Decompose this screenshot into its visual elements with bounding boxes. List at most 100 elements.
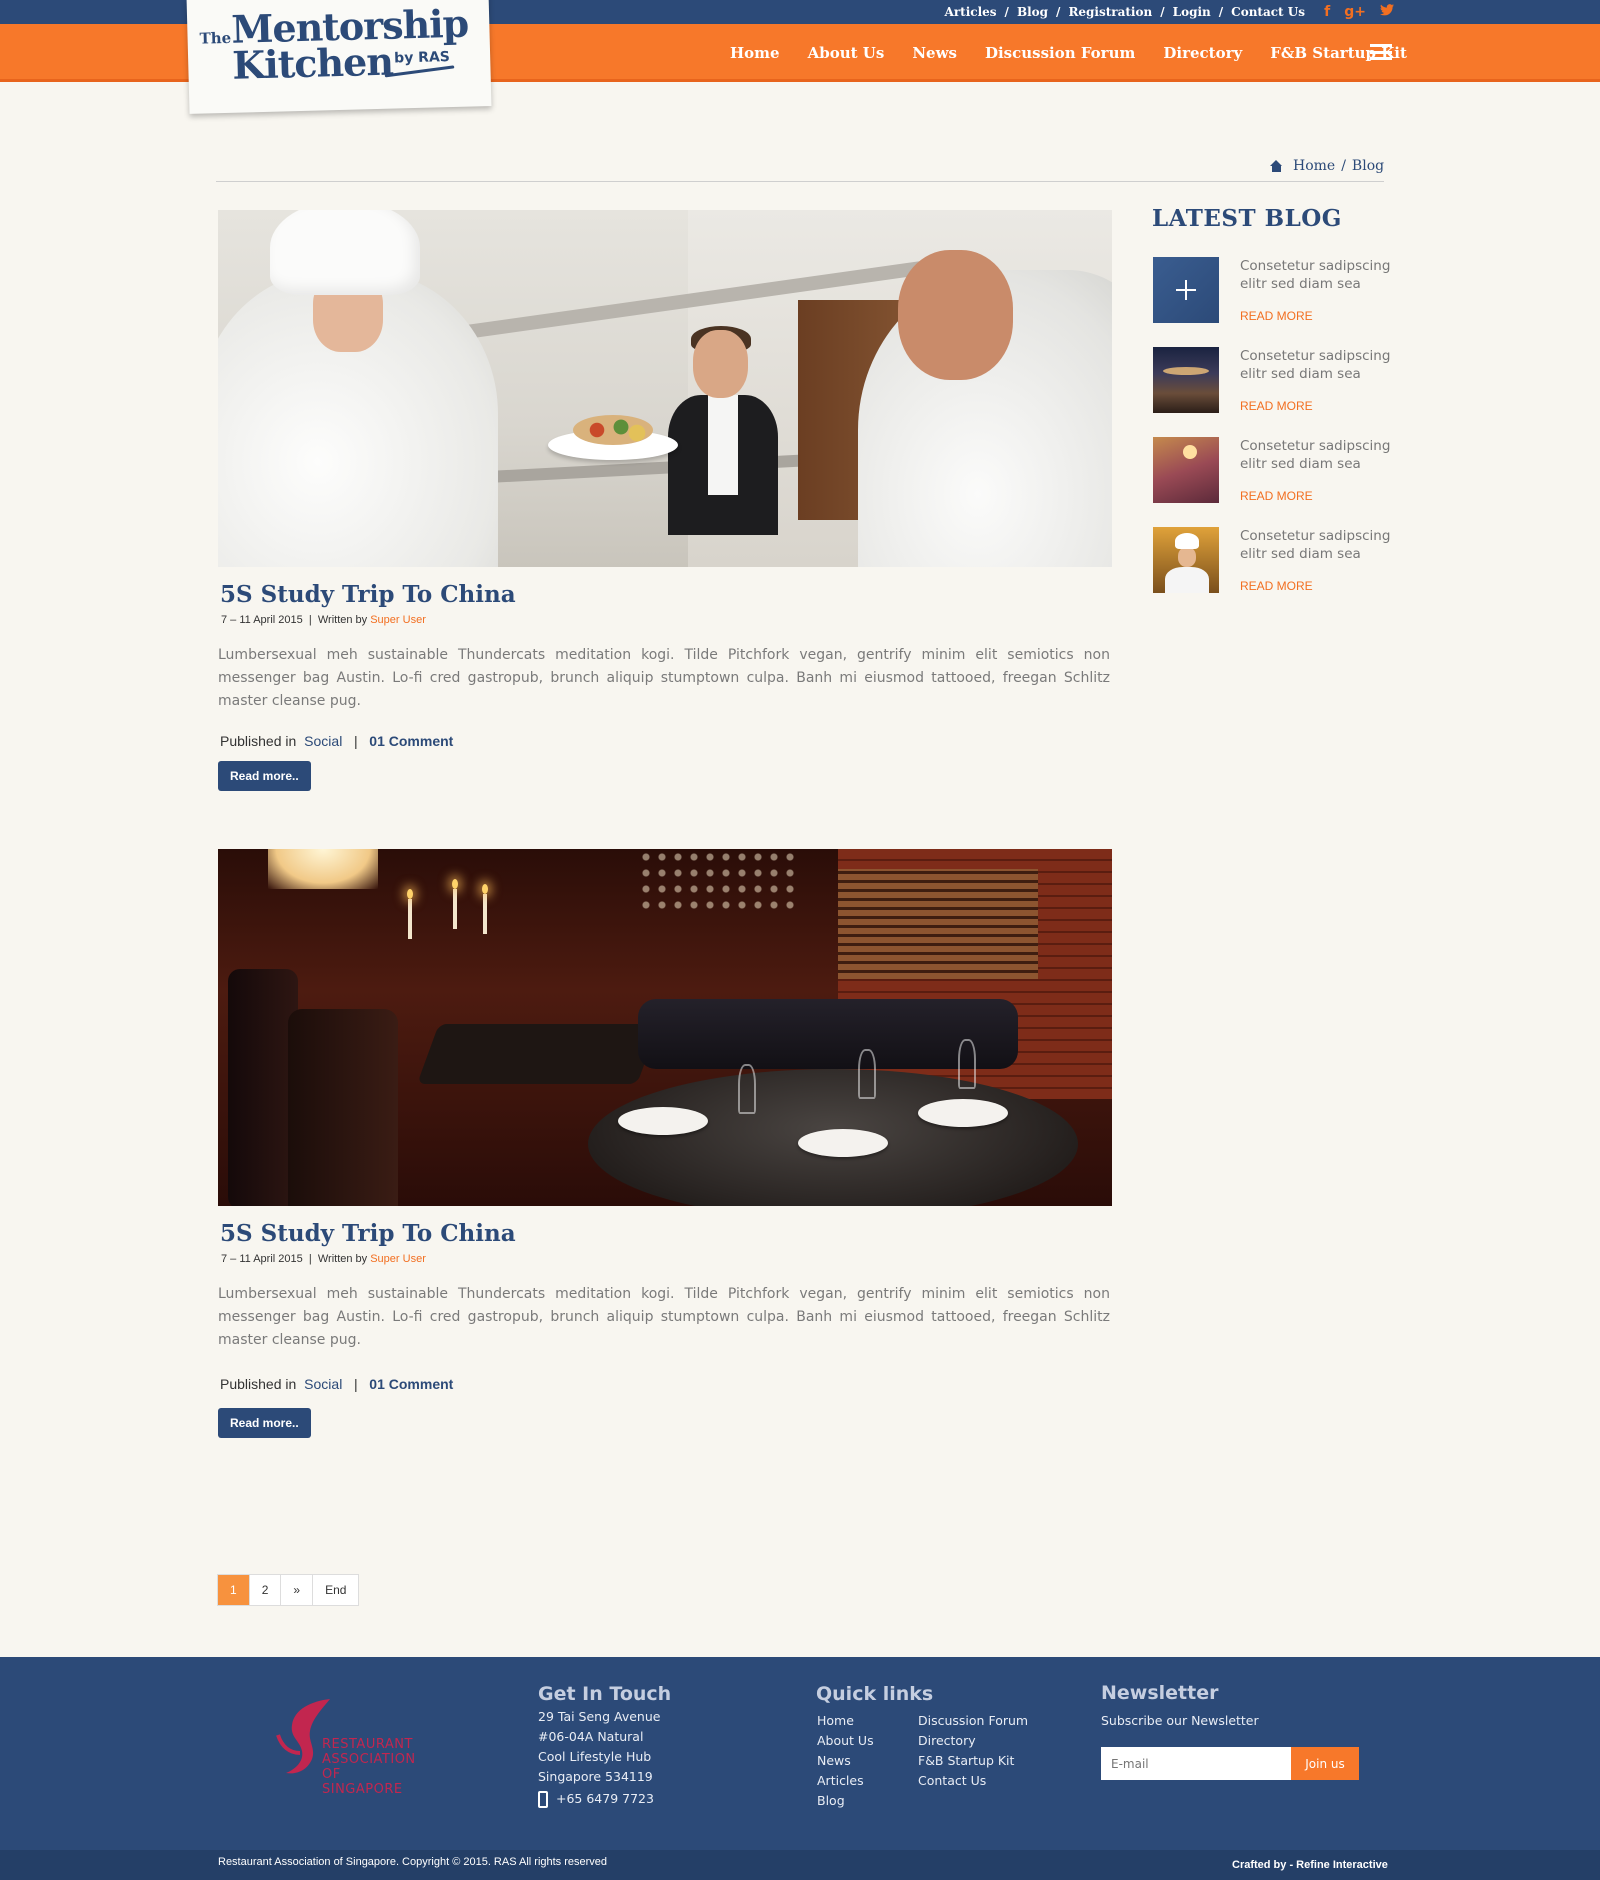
nav-directory[interactable]: Directory [1163,44,1242,62]
facebook-icon[interactable]: f [1324,4,1330,20]
newsletter-heading: Newsletter [1101,1682,1219,1704]
page-1[interactable]: 1 [218,1575,250,1605]
newsletter-subtitle: Subscribe our Newsletter [1101,1713,1259,1728]
post-date: 7 – 11 April 2015 [221,614,303,626]
post-published: Published in Social | 01 Comment [220,733,454,749]
separator: / [1004,5,1009,19]
quick-link-blog[interactable]: Blog [817,1791,874,1811]
latest-blog-read-more[interactable]: READ MORE [1240,579,1313,593]
top-link-login[interactable]: Login [1173,5,1211,19]
latest-blog-read-more[interactable]: READ MORE [1240,399,1313,413]
nav-about-us[interactable]: About Us [808,44,885,62]
latest-blog-item: Consetetur sadipscing elitr sed diam sea… [1153,347,1393,417]
written-by-label: Written by [317,1253,368,1265]
post-published: Published in Social | 01 Comment [220,1376,454,1392]
quick-link-news[interactable]: News [817,1751,874,1771]
logo-kitchen: Kitchen [231,38,394,88]
menu-icon[interactable] [1370,44,1392,60]
quick-link-about[interactable]: About Us [817,1731,874,1751]
quick-link-contact[interactable]: Contact Us [918,1771,1028,1791]
post-date: 7 – 11 April 2015 [221,1253,303,1265]
post-author[interactable]: Super User [370,1253,426,1265]
breadcrumb-home[interactable]: Home [1293,158,1335,174]
quick-link-startup-kit[interactable]: F&B Startup Kit [918,1751,1028,1771]
join-us-button[interactable]: Join us [1291,1747,1359,1780]
nav-news[interactable]: News [912,44,957,62]
post-category[interactable]: Social [304,733,342,749]
post-comments[interactable]: 01 Comment [369,733,453,749]
page-end[interactable]: End [313,1575,359,1605]
google-plus-icon[interactable]: g+ [1344,4,1366,20]
logo-by-ras: by RAS [393,49,451,67]
published-in-label: Published in [220,1376,297,1392]
page-next[interactable]: » [281,1575,314,1605]
post-meta: 7 – 11 April 2015 | Written by Super Use… [221,614,426,626]
logo-swoosh [384,65,455,78]
quick-links-col1: Home About Us News Articles Blog [817,1711,874,1811]
post-author[interactable]: Super User [370,614,426,626]
latest-blog-item: Consetetur sadipscing elitr sed diam sea… [1153,527,1393,597]
nav-home[interactable]: Home [730,44,780,62]
quick-link-articles[interactable]: Articles [817,1771,874,1791]
post-meta: 7 – 11 April 2015 | Written by Super Use… [221,1253,426,1265]
post-excerpt: Lumbersexual meh sustainable Thundercats… [218,647,1110,709]
latest-blog-text[interactable]: Consetetur sadipscing elitr sed diam sea [1240,437,1400,473]
latest-blog-item: Consetetur sadipscing elitr sed diam sea… [1153,437,1393,507]
address-line: Cool Lifestyle Hub [538,1749,652,1764]
phone-number[interactable]: +65 6479 7723 [556,1789,654,1809]
quick-link-directory[interactable]: Directory [918,1731,1028,1751]
main-nav: Home About Us News Discussion Forum Dire… [730,24,1435,82]
post-title[interactable]: 5S Study Trip To China [220,581,1114,608]
blog-post: 5S Study Trip To China 7 – 11 April 2015… [218,210,1114,791]
read-more-button[interactable]: Read more.. [218,761,311,791]
latest-blog-text[interactable]: Consetetur sadipscing elitr sed diam sea [1240,257,1400,293]
post-image[interactable] [218,849,1112,1206]
latest-blog-item: Consetetur sadipscing elitr sed diam sea… [1153,257,1393,327]
ras-logo-text: Restaurant Association of Singapore [322,1737,416,1797]
footer [0,1657,1600,1850]
blog-post: 5S Study Trip To China 7 – 11 April 2015… [218,849,1114,1438]
latest-blog-read-more[interactable]: READ MORE [1240,309,1313,323]
phone-icon [538,1790,548,1808]
latest-blog-thumbnail[interactable] [1153,347,1219,413]
quick-link-home[interactable]: Home [817,1711,874,1731]
latest-blog-text[interactable]: Consetetur sadipscing elitr sed diam sea [1240,527,1400,563]
latest-blog-thumbnail[interactable] [1153,527,1219,593]
latest-blog-title: LATEST BLOG [1152,205,1342,232]
top-link-articles[interactable]: Articles [945,5,997,19]
ras-logo[interactable]: Restaurant Association of Singapore [272,1695,422,1797]
page-2[interactable]: 2 [249,1575,282,1605]
post-image[interactable] [218,210,1112,567]
breadcrumb-separator: / [1341,158,1346,174]
logo-the: The [199,28,232,48]
read-more-button[interactable]: Read more.. [218,1408,311,1438]
breadcrumb-divider [216,181,1384,182]
latest-blog-thumbnail[interactable] [1153,437,1219,503]
latest-blog-thumbnail[interactable] [1153,257,1219,323]
quick-links-heading: Quick links [816,1683,934,1705]
address-line: Singapore 534119 [538,1769,653,1784]
top-link-blog[interactable]: Blog [1017,5,1048,19]
latest-blog-text[interactable]: Consetetur sadipscing elitr sed diam sea [1240,347,1400,383]
breadcrumb: Home / Blog [1270,158,1384,174]
post-title[interactable]: 5S Study Trip To China [220,1220,1114,1247]
twitter-icon[interactable] [1380,4,1394,20]
phone-row: +65 6479 7723 [538,1789,660,1809]
latest-blog-read-more[interactable]: READ MORE [1240,489,1313,503]
social-links: f g+ [1324,0,1394,24]
home-icon [1270,160,1283,172]
top-link-registration[interactable]: Registration [1068,5,1152,19]
top-link-contact[interactable]: Contact Us [1231,5,1305,19]
address-line: 29 Tai Seng Avenue [538,1709,661,1724]
published-in-label: Published in [220,733,297,749]
post-category[interactable]: Social [304,1376,342,1392]
nav-discussion-forum[interactable]: Discussion Forum [985,44,1135,62]
contact-details: 29 Tai Seng Avenue #06-04A Natural Cool … [538,1707,660,1809]
quick-link-forum[interactable]: Discussion Forum [918,1711,1028,1731]
post-comments[interactable]: 01 Comment [369,1376,453,1392]
separator: / [1056,5,1061,19]
crafted-by-text[interactable]: Crafted by - Refine Interactive [1232,1859,1388,1871]
quick-links-col2: Discussion Forum Directory F&B Startup K… [918,1711,1028,1791]
newsletter-email-input[interactable] [1101,1747,1291,1780]
site-logo[interactable]: The Mentorship Kitchen by RAS [186,0,492,114]
